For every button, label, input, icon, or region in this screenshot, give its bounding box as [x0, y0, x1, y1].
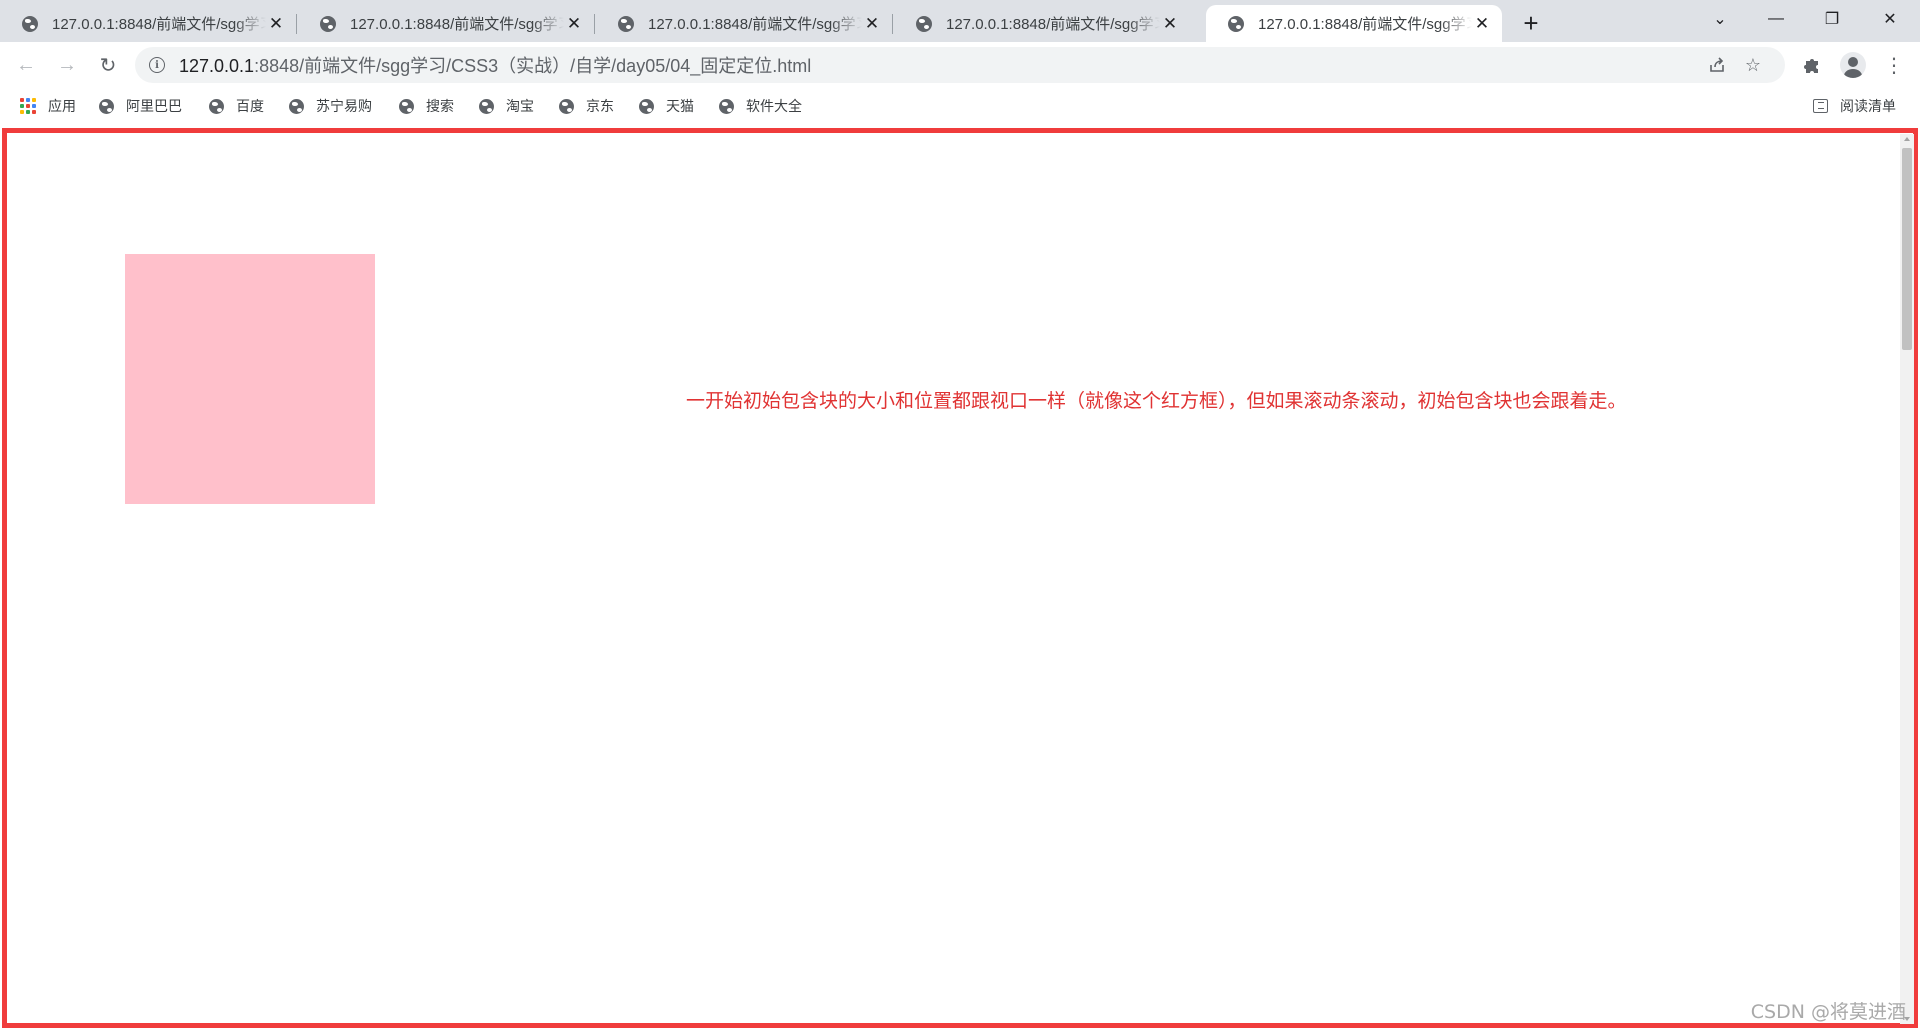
browser-window: 127.0.0.1:8848/前端文件/sgg学习/CSS3（实战）/自学/da… [0, 0, 1920, 1030]
extensions-icon[interactable] [1798, 51, 1826, 79]
bookmark-label: 百度 [236, 98, 264, 114]
minimize-button[interactable]: — [1748, 0, 1804, 38]
tab[interactable]: 127.0.0.1:8848/前端文件/sgg学习/CSS3（实战）/自学/da… [596, 5, 893, 42]
url-host: 127.0.0.1 [179, 56, 255, 76]
globe-icon [22, 15, 38, 32]
bookmark-item[interactable]: 天猫 [639, 96, 694, 116]
reload-button[interactable]: ↻ [92, 49, 124, 81]
globe-icon [916, 15, 932, 32]
tab-search-icon[interactable]: ⌄ [1692, 0, 1748, 38]
bookmark-item[interactable]: 软件大全 [719, 96, 802, 116]
page-viewport: 一开始初始包含块的大小和位置都跟视口一样（就像这个红方框），但如果滚动条滚动，初… [0, 126, 1920, 1030]
globe-icon [320, 15, 336, 32]
globe-icon [559, 98, 574, 114]
tab-close-icon[interactable]: ✕ [1160, 14, 1180, 34]
globe-icon [618, 15, 634, 32]
bookmark-item[interactable]: 京东 [559, 96, 614, 116]
address-bar[interactable]: i 127.0.0.1:8848/前端文件/sgg学习/CSS3（实战）/自学/… [135, 47, 1785, 83]
bookmark-label: 应用 [48, 98, 76, 114]
url-text[interactable]: 127.0.0.1:8848/前端文件/sgg学习/CSS3（实战）/自学/da… [179, 52, 811, 78]
explanation-note: 一开始初始包含块的大小和位置都跟视口一样（就像这个红方框），但如果滚动条滚动，初… [686, 390, 1627, 412]
bookmark-label: 天猫 [666, 98, 694, 114]
globe-icon [639, 98, 654, 114]
restore-button[interactable]: ❐ [1804, 0, 1860, 38]
site-info-icon[interactable]: i [149, 57, 165, 73]
bookmark-label: 淘宝 [506, 98, 534, 114]
bookmark-item[interactable]: 搜索 [399, 96, 454, 116]
menu-icon[interactable]: ⋮ [1880, 51, 1908, 79]
forward-button[interactable]: → [51, 49, 83, 81]
new-tab-button[interactable]: + [1516, 8, 1546, 38]
tab-separator [594, 14, 595, 34]
globe-icon [99, 98, 114, 114]
tab-close-icon[interactable]: ✕ [266, 14, 286, 34]
toolbar: ← → ↻ i 127.0.0.1:8848/前端文件/sgg学习/CSS3（实… [0, 42, 1920, 88]
tab-title: 127.0.0.1:8848/前端文件/sgg学习/CSS3（实战）/自学/da… [52, 16, 266, 33]
globe-icon [399, 98, 414, 114]
reading-list-button[interactable]: 阅读清单 [1813, 96, 1896, 116]
scroll-thumb[interactable] [1902, 148, 1912, 350]
bookmark-item[interactable]: 淘宝 [479, 96, 534, 116]
tab[interactable]: 127.0.0.1:8848/前端文件/sgg学习/CSS3（实战）/自学/da… [0, 5, 297, 42]
tab-close-icon[interactable]: ✕ [564, 14, 584, 34]
tab-close-icon[interactable]: ✕ [862, 14, 882, 34]
share-icon[interactable] [1706, 54, 1728, 76]
url-path: :8848/前端文件/sgg学习/CSS3（实战）/自学/day05/04_固定… [254, 56, 812, 76]
bookmarks-bar: 应用 阿里巴巴 百度 苏宁易购 搜索 淘宝 京东 天猫 软件大全 阅读清单 [0, 88, 1920, 124]
globe-icon [289, 98, 304, 114]
watermark: CSDN @将莫进酒 [1750, 1001, 1906, 1023]
bookmark-item[interactable]: 阿里巴巴 [99, 96, 182, 116]
tab-active[interactable]: 127.0.0.1:8848/前端文件/sgg学习/CSS3（实战）/自学/da… [1206, 5, 1502, 42]
bookmark-label: 苏宁易购 [316, 98, 372, 114]
tab-title: 127.0.0.1:8848/前端文件/sgg学习/CSS3（实战）/自学/da… [1258, 16, 1472, 33]
bookmark-label: 京东 [586, 98, 614, 114]
reading-list-label: 阅读清单 [1840, 98, 1896, 114]
close-window-button[interactable]: ✕ [1862, 0, 1918, 38]
bookmark-label: 阿里巴巴 [126, 98, 182, 114]
globe-icon [479, 98, 494, 114]
tab-separator [296, 14, 297, 34]
apps-grid-icon [20, 98, 36, 114]
tab-strip: 127.0.0.1:8848/前端文件/sgg学习/CSS3（实战）/自学/da… [0, 0, 1920, 42]
vertical-scrollbar[interactable] [1900, 134, 1914, 1024]
profile-avatar[interactable] [1840, 52, 1866, 78]
tab-title: 127.0.0.1:8848/前端文件/sgg学习/CSS3（实战）/自学/da… [946, 16, 1160, 33]
bookmark-star-icon[interactable]: ☆ [1742, 54, 1764, 76]
tab-title: 127.0.0.1:8848/前端文件/sgg学习/CSS3（实战）/自学/da… [648, 16, 862, 33]
reading-list-icon [1813, 99, 1828, 113]
bookmark-label: 软件大全 [746, 98, 802, 114]
tab-title: 127.0.0.1:8848/前端文件/sgg学习/CSS3（实战）/自学/da… [350, 16, 564, 33]
bookmark-apps[interactable]: 应用 [20, 96, 76, 116]
pink-box [125, 254, 375, 504]
tab-separator [892, 14, 893, 34]
scroll-up-icon[interactable] [1904, 137, 1910, 141]
bookmark-label: 搜索 [426, 98, 454, 114]
globe-icon [1228, 15, 1244, 32]
back-button[interactable]: ← [10, 49, 42, 81]
tab[interactable]: 127.0.0.1:8848/前端文件/sgg学习/CSS3（实战）/自学/da… [894, 5, 1190, 42]
bookmark-item[interactable]: 百度 [209, 96, 264, 116]
globe-icon [719, 98, 734, 114]
globe-icon [209, 98, 224, 114]
tab-close-icon[interactable]: ✕ [1472, 14, 1492, 34]
bookmark-item[interactable]: 苏宁易购 [289, 96, 372, 116]
tab[interactable]: 127.0.0.1:8848/前端文件/sgg学习/CSS3（实战）/自学/da… [298, 5, 595, 42]
